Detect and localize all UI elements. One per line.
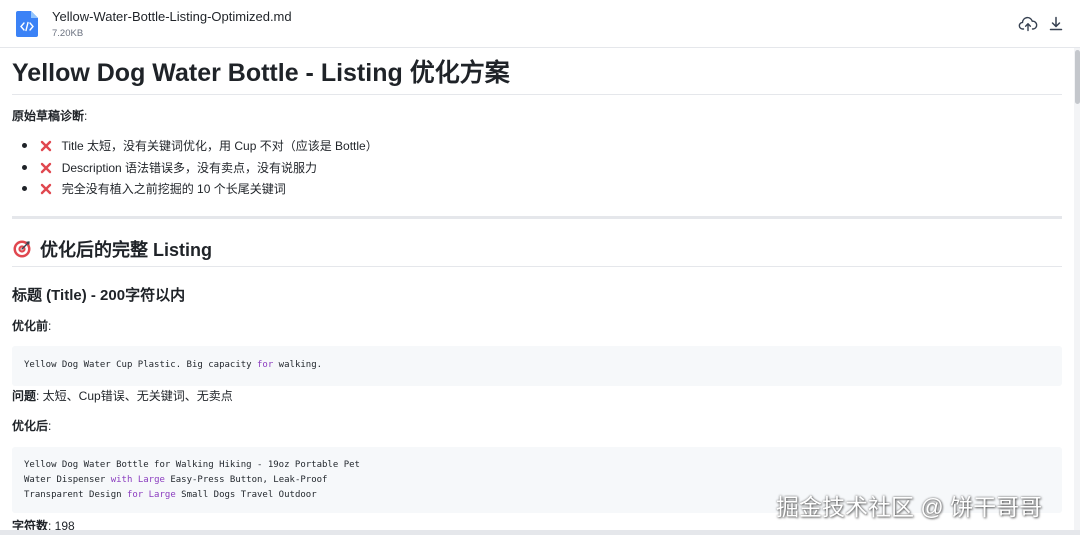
bullet-dot (22, 143, 27, 149)
document-title: Yellow Dog Water Bottle - Listing 优化方案 (12, 59, 510, 87)
code-text: Water Dispenser (24, 475, 111, 485)
after-heading: 优化后: (12, 418, 51, 434)
title-divider (12, 94, 1062, 95)
section-heading: 优化后的完整 Listing (12, 238, 212, 262)
scrollbar-thumb[interactable] (1075, 50, 1080, 104)
subsection-title: 标题 (Title) - 200字符以内 (12, 287, 186, 304)
code-line: Yellow Dog Water Bottle for Walking Hiki… (24, 458, 360, 473)
section-divider (12, 266, 1062, 267)
code-line: Transparent Design for Large Small Dogs … (24, 488, 317, 503)
cloud-upload-icon[interactable] (1018, 14, 1038, 34)
code-text: Transparent Design (24, 490, 127, 500)
diagnosis-item: 完全没有植入之前挖掘的 10 个长尾关键词 (22, 181, 286, 197)
code-keyword: with (110, 475, 133, 485)
problem-line: 问题: 太短、Cup错误、无关键词、无卖点 (12, 388, 233, 404)
before-heading: 优化前: (12, 318, 51, 334)
code-text: Yellow Dog Water Cup Plastic. Big capaci… (24, 360, 257, 370)
bullet-dot (22, 165, 27, 171)
code-keyword: for (257, 360, 274, 370)
code-keyword: for (126, 490, 144, 500)
red-x-icon (41, 162, 52, 174)
target-icon (13, 240, 31, 258)
before-colon: : (48, 319, 52, 333)
char-count-label: 字符数 (12, 519, 49, 530)
diagnosis-item: Description 语法错误多，没有卖点，没有说服力 (22, 160, 317, 176)
diagnosis-label: 原始草稿诊断 (12, 109, 85, 123)
bullet-dot (22, 186, 27, 192)
code-file-icon (16, 11, 38, 37)
diagnosis-colon: : (84, 109, 88, 123)
code-text: Easy-Press Button, Leak-Proof (164, 475, 328, 485)
file-size: 7.20KB (52, 28, 84, 39)
horizontal-rule (12, 216, 1062, 219)
diagnosis-item-text: Title 太短，没有关键词优化，用 Cup 不对（应该是 Bottle） (61, 139, 378, 153)
file-header-bar: Yellow-Water-Bottle-Listing-Optimized.md… (0, 0, 1080, 48)
download-icon[interactable] (1046, 14, 1066, 34)
code-keyword: Large (137, 475, 165, 485)
code-keyword: Large (148, 490, 176, 500)
diagnosis-item-text: Description 语法错误多，没有卖点，没有说服力 (61, 161, 318, 175)
file-name: Yellow-Water-Bottle-Listing-Optimized.md (52, 9, 292, 24)
diagnosis-item-text: 完全没有植入之前挖掘的 10 个长尾关键词 (61, 182, 286, 196)
after-colon: : (48, 419, 52, 433)
code-text: Yellow Dog Water Bottle for Walking Hiki… (24, 460, 360, 470)
code-text: walking. (273, 360, 323, 370)
red-x-icon (41, 140, 52, 152)
problem-text: : 太短、Cup错误、无关键词、无卖点 (36, 389, 233, 403)
char-count-text: : 198 (48, 519, 75, 530)
diagnosis-heading: 原始草稿诊断: (12, 108, 87, 124)
vertical-scrollbar[interactable] (1074, 48, 1080, 530)
section-title: 优化后的完整 Listing (40, 240, 212, 260)
watermark: 掘金技术社区 @ 饼干哥哥 (776, 494, 1043, 520)
red-x-icon (41, 183, 52, 195)
code-line: Yellow Dog Water Cup Plastic. Big capaci… (24, 358, 322, 373)
problem-label: 问题 (12, 389, 37, 403)
diagnosis-item: Title 太短，没有关键词优化，用 Cup 不对（应该是 Bottle） (22, 138, 378, 154)
markdown-preview: Yellow Dog Water Bottle - Listing 优化方案 原… (0, 48, 1074, 530)
code-text: Small Dogs Travel Outdoor (175, 490, 317, 500)
code-block-before: Yellow Dog Water Cup Plastic. Big capaci… (12, 346, 1062, 386)
bottom-edge (0, 530, 1080, 535)
code-line: Water Dispenser with Large Easy-Press Bu… (24, 473, 327, 488)
before-label: 优化前 (12, 319, 49, 333)
char-count-line: 字符数: 198 (12, 518, 75, 530)
after-label: 优化后 (12, 419, 49, 433)
